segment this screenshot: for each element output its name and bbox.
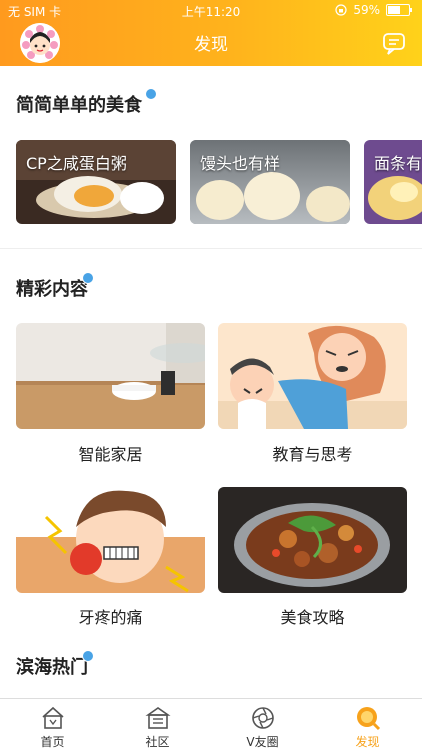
featured-item-smart-home[interactable] (16, 323, 205, 429)
battery-percent: 59% (353, 3, 380, 17)
featured-item-label: 美食攻略 (280, 608, 345, 627)
tab-discover[interactable]: 发现 (315, 699, 420, 751)
food-card-label: 面条有 (374, 154, 422, 173)
tab-label: V友圈 (246, 735, 279, 749)
featured-item-label: 教育与思考 (272, 445, 353, 464)
battery-icon (386, 4, 412, 16)
section-title-hot: 滨海热门 (16, 657, 88, 678)
tab-home[interactable]: 首页 (0, 699, 105, 751)
discover-search-icon (357, 707, 381, 731)
home-icon (42, 706, 64, 729)
section-badge (145, 88, 157, 100)
app-header: 无 SIM 卡 上午11:20 59% 发现 (0, 0, 422, 66)
tab-bar: 首页 社区 V友圈 发现 (0, 698, 422, 751)
food-card-mantou[interactable]: 馒头也有样 (190, 140, 350, 224)
featured-item-food-guide[interactable] (218, 487, 407, 593)
featured-item-label: 智能家居 (78, 445, 143, 464)
food-card-label: CP之咸蛋白粥 (26, 154, 127, 173)
section-badge (82, 272, 94, 284)
page-title: 发现 (194, 35, 228, 55)
featured-item-toothache[interactable] (16, 487, 205, 593)
camera-aperture-icon (252, 707, 274, 729)
toothache-cartoon-image (16, 487, 205, 593)
message-icon[interactable] (382, 32, 408, 56)
robot-vacuum-image (16, 323, 205, 429)
food-card-label: 馒头也有样 (200, 154, 281, 173)
section-title-food: 简简单单的美食 (16, 95, 142, 116)
featured-item-education[interactable] (218, 323, 407, 429)
orientation-lock-icon (335, 4, 347, 16)
tab-community[interactable]: 社区 (105, 699, 210, 751)
section-divider (0, 248, 422, 249)
section-badge (82, 650, 94, 662)
tab-label: 社区 (145, 735, 170, 749)
tab-label: 发现 (355, 735, 380, 749)
food-card-noodles[interactable]: 面条有 (364, 140, 422, 224)
parent-child-cartoon-image (218, 323, 407, 429)
food-card-congee[interactable]: CP之咸蛋白粥 (16, 140, 176, 224)
section-title-featured: 精彩内容 (16, 279, 88, 300)
tab-vfriends[interactable]: V友圈 (210, 699, 315, 751)
featured-item-label: 牙疼的痛 (78, 608, 143, 627)
hotpot-image (218, 487, 407, 593)
tab-label: 首页 (40, 735, 65, 749)
status-bar: 无 SIM 卡 上午11:20 59% (0, 0, 422, 22)
community-icon (145, 707, 171, 729)
